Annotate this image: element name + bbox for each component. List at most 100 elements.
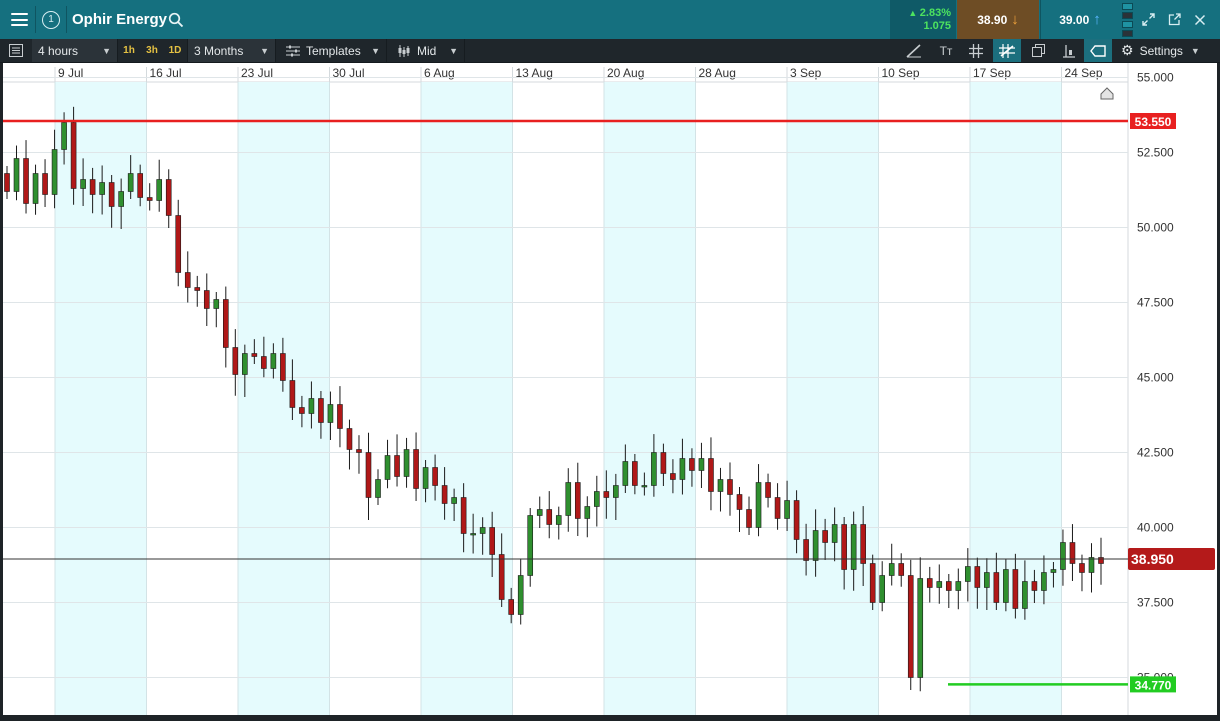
interval-dropdown[interactable]: 4 hours ▼ — [32, 39, 118, 62]
candle-up — [850, 524, 857, 570]
close-button[interactable] — [1188, 0, 1212, 39]
grid-icon — [969, 43, 983, 58]
candle-down — [432, 467, 438, 486]
candle-up — [270, 353, 277, 369]
price-tick-label: 47.500 — [1137, 296, 1174, 310]
price-tick-label: 52.500 — [1137, 146, 1174, 160]
candle-up — [936, 581, 943, 588]
support-label: 34.770 — [1135, 678, 1172, 692]
crosshair-grid-button[interactable] — [993, 39, 1021, 62]
candle-up — [308, 398, 315, 414]
candle-down — [898, 563, 905, 576]
close-icon — [1194, 14, 1206, 25]
candle-down — [318, 398, 324, 423]
candle-down — [251, 353, 258, 357]
plot-area — [3, 82, 1128, 715]
draw-line-button[interactable] — [900, 39, 928, 62]
expand-button[interactable] — [1136, 0, 1160, 39]
candle-up — [584, 506, 591, 519]
candle-down — [660, 452, 667, 474]
candle-up — [536, 509, 543, 516]
candle-up — [984, 572, 990, 588]
depth-bar — [1121, 29, 1133, 37]
price-chart[interactable]: 9 Jul 16 Jul 23 Jul 30 Jul 6 Aug 13 Aug 20 Aug… — [0, 63, 1220, 721]
settings-dropdown[interactable]: ⚙ Settings ▼ — [1117, 39, 1217, 62]
candle-down — [926, 578, 933, 588]
price-type-dropdown[interactable]: Mid ▼ — [391, 39, 465, 62]
candle-up — [755, 482, 762, 528]
buy-price: 39.00 — [1059, 12, 1090, 27]
candle-down — [632, 461, 638, 486]
layout-button[interactable] — [2, 39, 30, 62]
candle-up — [1022, 581, 1028, 609]
interval-1h-button[interactable]: 1h — [118, 39, 140, 62]
candle-down — [1012, 569, 1019, 609]
text-tool-button[interactable]: Tт — [932, 39, 960, 62]
candle-down — [689, 458, 695, 471]
candle-down — [841, 524, 847, 570]
candle-down — [4, 173, 10, 192]
candle-up — [965, 566, 971, 582]
interval-3h-button[interactable]: 3h — [141, 39, 163, 62]
change-percent: 2.83% — [908, 7, 951, 20]
chevron-down-icon: ▼ — [260, 45, 269, 56]
candle-down — [261, 356, 267, 369]
menu-button[interactable] — [4, 0, 34, 39]
candle-down — [489, 527, 495, 555]
change-absolute: 1.075 — [923, 19, 951, 32]
market-depth-indicator — [1120, 0, 1134, 39]
candle-down — [394, 455, 400, 477]
resistance-label: 53.550 — [1135, 115, 1172, 129]
instrument-title[interactable]: Ophir Energy — [72, 0, 167, 39]
search-button[interactable] — [166, 0, 186, 39]
range-dropdown[interactable]: 3 Months ▼ — [187, 39, 276, 62]
candle-down — [945, 581, 952, 591]
candle-down — [793, 500, 800, 540]
candle-up — [384, 455, 391, 480]
candles-icon — [398, 44, 410, 57]
candle-down — [974, 566, 981, 588]
indicator-button[interactable] — [1055, 39, 1083, 62]
candle-up — [1050, 569, 1057, 573]
templates-icon — [286, 45, 300, 56]
candle-up — [32, 173, 39, 204]
external-link-icon — [1168, 13, 1181, 26]
candle-up — [917, 578, 924, 678]
candle-down — [232, 347, 239, 375]
candle-up — [888, 563, 895, 576]
candle-up — [99, 182, 105, 195]
candle-down — [137, 173, 143, 198]
candle-up — [955, 581, 962, 591]
week-band — [238, 82, 330, 715]
price-type-value: Mid — [417, 43, 437, 58]
buy-button[interactable]: 39.00 ↑ — [1040, 0, 1119, 39]
divider — [35, 6, 36, 33]
week-band — [421, 82, 513, 715]
candle-down — [1098, 557, 1104, 564]
candle-down — [765, 482, 771, 498]
interval-1d-button[interactable]: 1D — [164, 39, 186, 62]
popout-button[interactable] — [1162, 0, 1186, 39]
candle-down — [727, 479, 733, 495]
candle-up — [831, 524, 838, 543]
candle-down — [413, 449, 419, 489]
candle-up — [51, 149, 58, 195]
chevron-down-icon: ▼ — [449, 45, 458, 56]
price-label-button[interactable] — [1084, 39, 1112, 62]
candle-up — [613, 485, 619, 498]
candle-down — [346, 428, 353, 450]
sell-button[interactable]: 38.90 ↓ — [957, 0, 1039, 39]
candle-up — [565, 482, 572, 516]
grid-button[interactable] — [962, 39, 990, 62]
candle-down — [1069, 542, 1076, 564]
layers-button[interactable] — [1024, 39, 1052, 62]
candle-up — [784, 500, 790, 519]
depth-bar — [1121, 20, 1133, 28]
info-button[interactable]: 1 — [40, 0, 62, 39]
candle-up — [717, 479, 724, 492]
candle-up — [594, 491, 600, 507]
candle-down — [108, 182, 115, 207]
depth-bar — [1121, 11, 1133, 19]
templates-dropdown[interactable]: Templates ▼ — [280, 39, 387, 62]
candle-down — [299, 407, 305, 414]
